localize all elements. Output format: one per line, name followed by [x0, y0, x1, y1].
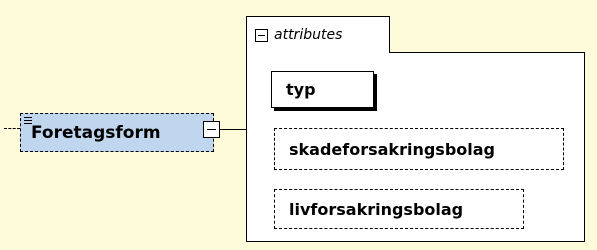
attribute-typ[interactable]: typ — [271, 71, 374, 108]
tab-panel-seam — [247, 51, 389, 54]
attribute-livforsakringsbolag[interactable]: livforsakringsbolag — [274, 189, 524, 229]
attribute-name: livforsakringsbolag — [289, 199, 464, 219]
element-collapse-toggle[interactable] — [203, 121, 220, 138]
element-name: Foretagsform — [31, 122, 161, 143]
group-collapse-toggle[interactable] — [255, 28, 268, 42]
attribute-name: skadeforsakringsbolag — [289, 139, 495, 159]
minus-icon — [207, 129, 216, 130]
minus-icon — [258, 34, 265, 36]
attribute-name: typ — [286, 80, 316, 99]
attributes-group-tab[interactable]: attributes — [246, 16, 390, 53]
group-label: attributes — [274, 27, 343, 43]
element-icon — [24, 117, 32, 126]
element-foretagsform[interactable]: Foretagsform — [20, 113, 214, 152]
attribute-skadeforsakringsbolag[interactable]: skadeforsakringsbolag — [274, 128, 564, 170]
element-to-group-connector — [220, 129, 246, 130]
parent-connector — [4, 128, 20, 129]
